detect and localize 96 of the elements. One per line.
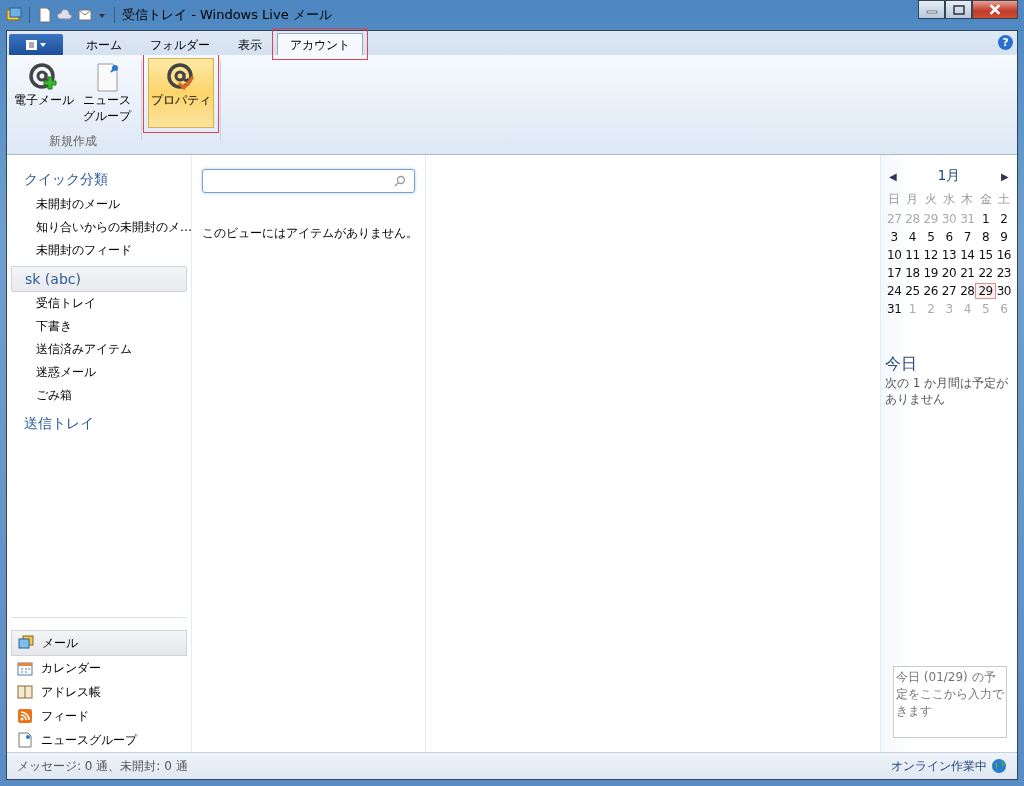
previous-month-button[interactable]: ◀ — [889, 170, 897, 182]
calendar-day[interactable]: 10 — [885, 248, 904, 262]
folder-item[interactable]: 送信済みアイテム — [11, 338, 187, 361]
folder-item[interactable]: 未開封のフィード — [11, 239, 187, 262]
calendar-day[interactable]: 29 — [976, 284, 995, 298]
ribbon-tab[interactable]: フォルダー — [137, 33, 223, 55]
ribbon-tab[interactable]: 表示 — [225, 33, 275, 55]
status-text: メッセージ: 0 通、未開封: 0 通 — [17, 757, 188, 775]
group-label: 新規作成 — [49, 133, 97, 150]
calendar-day[interactable]: 15 — [976, 248, 995, 262]
calendar-day[interactable]: 17 — [885, 266, 904, 280]
search-icon — [394, 175, 406, 187]
rss-icon — [17, 708, 33, 724]
calendar-day[interactable]: 11 — [903, 248, 922, 262]
calendar-day[interactable]: 20 — [939, 266, 959, 280]
nav-label: メール — [42, 634, 78, 652]
calendar-day[interactable]: 24 — [885, 284, 904, 298]
weekday-label: 金 — [978, 191, 993, 208]
at-sign-plus-icon — [28, 61, 60, 93]
calendar-day[interactable]: 31 — [885, 302, 904, 316]
calendar-day[interactable]: 8 — [976, 230, 995, 244]
next-month-button[interactable]: ▶ — [1001, 170, 1009, 182]
agenda-text: 次の 1 か月間は予定がありません — [885, 375, 1010, 408]
folder-item[interactable]: 受信トレイ — [11, 292, 187, 315]
search-field[interactable] — [202, 169, 415, 193]
calendar-day[interactable]: 21 — [958, 266, 977, 280]
calendar-day[interactable]: 9 — [994, 230, 1013, 244]
app-icon — [6, 7, 22, 23]
account-header[interactable]: クイック分類 — [11, 167, 187, 193]
ribbon-button[interactable]: 電子メール — [11, 58, 77, 128]
weekday-label: 火 — [923, 191, 938, 208]
at-sign-check-icon — [165, 61, 197, 93]
close-button[interactable] — [972, 0, 1018, 19]
maximize-button[interactable] — [945, 0, 972, 19]
nav-item[interactable]: フィード — [11, 704, 187, 728]
calendar-day[interactable]: 4 — [903, 230, 922, 244]
today-heading: 今日 — [885, 354, 918, 375]
menu-icon — [25, 38, 47, 51]
calendar-day[interactable]: 12 — [921, 248, 940, 262]
book-icon — [17, 684, 33, 700]
minimize-button[interactable] — [918, 0, 945, 19]
status-text: オンライン作業中 — [891, 757, 987, 775]
calendar-day[interactable]: 7 — [958, 230, 977, 244]
account-header[interactable]: sk (abc) — [11, 266, 187, 292]
weekday-label: 土 — [996, 191, 1011, 208]
ribbon-tab[interactable]: ホーム — [73, 33, 135, 55]
document-icon[interactable] — [37, 7, 53, 23]
weekday-label: 水 — [942, 191, 956, 208]
close-icon — [988, 4, 1002, 15]
nav-item[interactable]: アドレス帳 — [11, 680, 187, 704]
calendar-day[interactable]: 25 — [903, 284, 922, 298]
calendar-day[interactable]: 14 — [958, 248, 977, 262]
calendar-day[interactable]: 16 — [994, 248, 1013, 262]
calendar-day[interactable]: 5 — [921, 230, 940, 244]
empty-message: このビューにはアイテムがありません。 — [202, 225, 415, 242]
calendar-day[interactable]: 13 — [939, 248, 959, 262]
nav-label: アドレス帳 — [41, 683, 101, 701]
window-title: 受信トレイ - Windows Live メール — [122, 6, 332, 24]
help-button[interactable]: ? — [998, 35, 1013, 50]
account-header[interactable]: 送信トレイ — [11, 411, 187, 437]
calendar-day[interactable]: 6 — [939, 230, 959, 244]
weekday-label: 月 — [905, 191, 920, 208]
calendar-day[interactable]: 22 — [976, 266, 995, 280]
folder-item[interactable]: ごみ箱 — [11, 384, 187, 407]
envelope-icon[interactable] — [77, 7, 93, 23]
folder-item[interactable]: 未開封のメール — [11, 193, 187, 216]
nav-label: フィード — [41, 707, 89, 725]
globe-icon — [991, 758, 1007, 774]
document-pin-icon — [17, 732, 33, 748]
calendar-day[interactable]: 19 — [921, 266, 940, 280]
calendar-day[interactable]: 30 — [994, 284, 1013, 298]
ribbon-button[interactable]: ニュース グループ — [79, 58, 135, 128]
folder-item[interactable]: 迷惑メール — [11, 361, 187, 384]
calendar-day[interactable]: 18 — [903, 266, 922, 280]
app-menu-button[interactable] — [9, 34, 63, 55]
nav-label: カレンダー — [41, 659, 101, 677]
folder-item[interactable]: 下書き — [11, 315, 187, 338]
calendar-day[interactable]: 28 — [958, 284, 977, 298]
cloud-icon[interactable] — [57, 7, 73, 23]
mail-icon — [18, 635, 34, 651]
calendar-day[interactable]: 26 — [921, 284, 940, 298]
weekday-label: 日 — [887, 191, 902, 208]
calendar-day[interactable]: 3 — [885, 230, 904, 244]
maximize-icon — [952, 4, 965, 15]
calendar-icon — [17, 660, 33, 676]
calendar-day[interactable]: 1 — [976, 212, 995, 226]
appointment-field[interactable]: 今日 (01/29) の予定をここから入力できます — [893, 666, 1007, 738]
weekday-label: 木 — [960, 191, 975, 208]
nav-item[interactable]: メール — [11, 630, 187, 656]
nav-label: ニュースグループ — [41, 731, 137, 749]
nav-item[interactable]: ニュースグループ — [11, 728, 187, 752]
calendar-day[interactable]: 27 — [939, 284, 959, 298]
calendar-day[interactable]: 2 — [994, 212, 1013, 226]
nav-item[interactable]: カレンダー — [11, 656, 187, 680]
calendar-day[interactable]: 23 — [994, 266, 1013, 280]
month-label: 1月 — [937, 167, 961, 185]
